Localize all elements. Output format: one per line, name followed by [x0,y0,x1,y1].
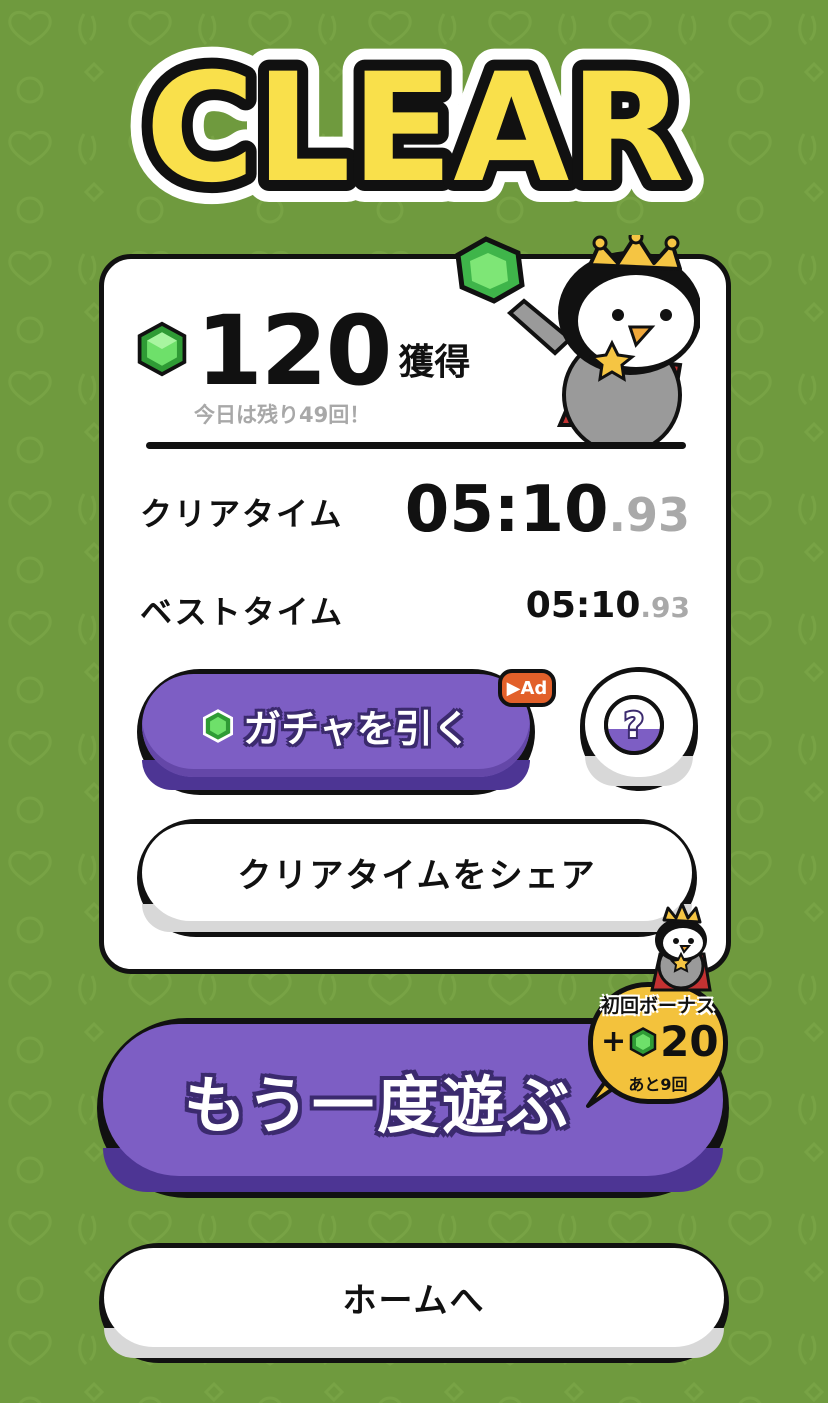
bonus-title: 初回ボーナス [600,995,715,1017]
home-button-face: ホームへ [104,1248,724,1347]
first-bonus-badge: 初回ボーナス + 20 あと9回 [582,900,732,1114]
bonus-plus-sign: + [601,1024,627,1059]
best-time-label: ベストタイム [140,593,345,631]
gacha-button[interactable]: ガチャを引く [137,669,535,795]
clear-title: CLEAR CLEAR CLEAR [100,20,730,238]
gacha-button-label: ガチャを引く [243,707,471,751]
bonus-amount: + 20 [601,1017,719,1066]
bonus-bubble: 初回ボーナス + 20 あと9回 [588,982,728,1104]
svg-text:CLEAR: CLEAR [145,42,685,216]
svg-text:?: ? [624,706,644,746]
gem-count: 120 [196,295,392,407]
penguin-mascot-icon [455,235,700,447]
green-gem-icon [203,708,234,743]
play-again-button-label: もう一度遊ぶ [183,1069,573,1142]
bonus-remaining: あと9回 [628,1075,688,1094]
question-icon: ? [604,695,664,755]
ad-badge: ▶Ad [498,669,556,707]
best-time-value: 05:10.93 [525,585,690,626]
bonus-amount-value: 20 [660,1017,719,1066]
clear-time-value: 05:10.93 [404,473,690,547]
small-penguin-icon [650,902,712,992]
home-button[interactable]: ホームへ [99,1243,729,1363]
gem-reward-row: 120 獲得 [134,299,470,399]
share-button-label: クリアタイムをシェア [237,856,597,896]
green-gem-icon [629,1026,657,1057]
clear-time-label: クリアタイム [140,495,344,533]
help-button[interactable]: ? [580,667,698,791]
gacha-button-face: ガチャを引く [142,674,530,777]
divider [146,442,686,449]
home-button-label: ホームへ [342,1281,486,1321]
green-gem-icon [137,321,187,377]
remaining-plays-text: 今日は残り49回！ [194,403,371,427]
result-card: 120 獲得 今日は残り49回！ クリアタイム 05:10.93 ベストタイム … [99,235,731,974]
